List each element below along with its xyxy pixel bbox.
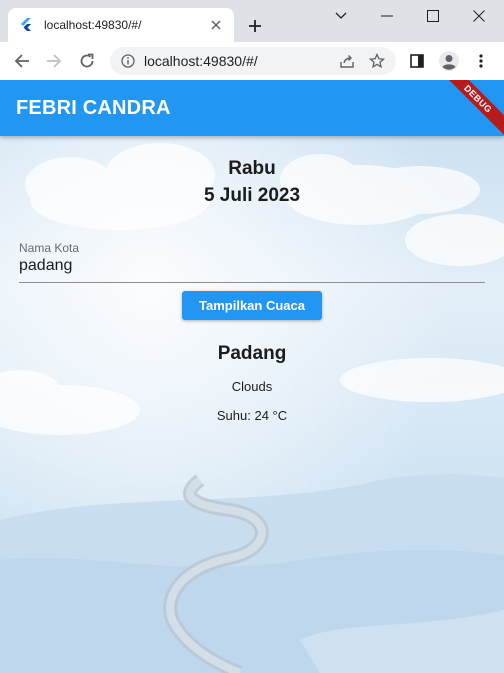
minimize-icon[interactable]: [364, 0, 410, 32]
sidepanel-icon[interactable]: [403, 47, 431, 75]
reload-icon[interactable]: [73, 47, 101, 75]
maximize-icon[interactable]: [410, 0, 456, 32]
weather-condition: Clouds: [231, 379, 273, 394]
chevron-down-icon[interactable]: [318, 0, 364, 32]
close-icon[interactable]: [208, 17, 224, 33]
app-title: FEBRI CANDRA: [16, 96, 171, 119]
profile-icon[interactable]: [435, 47, 463, 75]
city-field[interactable]: Nama Kota: [19, 239, 485, 283]
date-label: 5 Juli 2023: [203, 185, 301, 206]
show-weather-button[interactable]: Tampilkan Cuaca: [182, 291, 322, 320]
browser-toolbar: localhost:49830/#/: [0, 42, 504, 80]
city-input[interactable]: [19, 254, 485, 278]
city-field-label: Nama Kota: [19, 241, 80, 255]
tab-strip: localhost:49830/#/: [0, 0, 504, 42]
temperature-label: Suhu: 24 °C: [216, 408, 288, 423]
day-label: Rabu: [228, 158, 276, 179]
plus-icon[interactable]: [244, 15, 266, 37]
tab-title: localhost:49830/#/: [44, 18, 142, 32]
more-icon[interactable]: [467, 47, 495, 75]
info-icon[interactable]: [120, 53, 136, 69]
address-bar[interactable]: localhost:49830/#/: [110, 47, 396, 75]
app-viewport: FEBRI CANDRA DEBUG Rabu 5 Juli 2023 Nama…: [0, 80, 504, 673]
share-icon[interactable]: [336, 50, 358, 72]
browser-tab[interactable]: localhost:49830/#/: [8, 8, 234, 42]
flutter-favicon-icon: [18, 17, 34, 33]
city-name: Padang: [217, 343, 287, 364]
app-bar: FEBRI CANDRA: [0, 80, 504, 136]
back-icon[interactable]: [8, 47, 36, 75]
close-window-icon[interactable]: [456, 0, 502, 32]
forward-icon[interactable]: [40, 47, 68, 75]
url-text: localhost:49830/#/: [144, 53, 258, 69]
star-icon[interactable]: [366, 50, 388, 72]
